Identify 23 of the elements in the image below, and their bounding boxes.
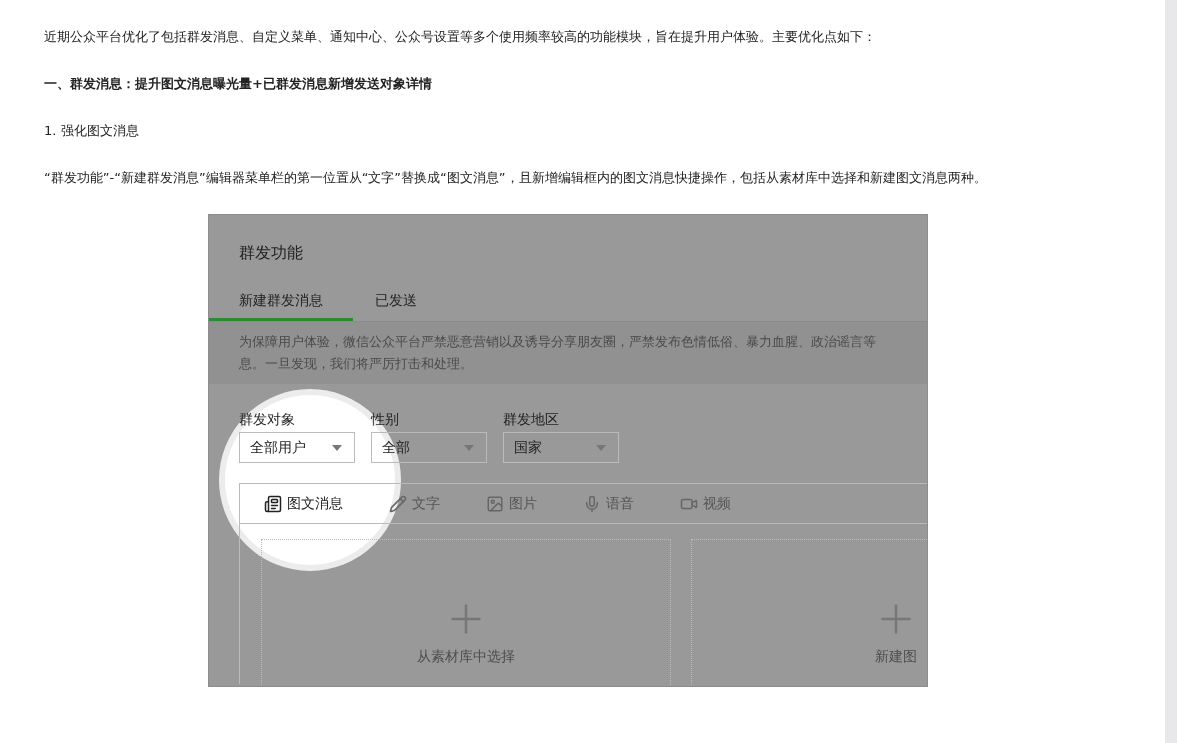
dropdown-field[interactable]: 国家 (503, 432, 619, 463)
microphone-icon (583, 494, 601, 513)
filter-label: 性别 (371, 410, 400, 428)
section-heading: 一、群发消息：提升图文消息曝光量+已群发消息新增发送对象详情 (44, 75, 433, 93)
filter-label: 群发地区 (503, 410, 560, 428)
tab[interactable]: 已发送 (353, 285, 490, 321)
intro-paragraph: 近期公众平台优化了包括群发消息、自定义菜单、通知中心、公众号设置等多个使用频率较高的功能模块，旨在提升用户体验。主要优化点如下： (44, 28, 877, 46)
add-card[interactable]: 从素材库中选择 (261, 539, 671, 686)
filter-label: 群发对象 (239, 410, 296, 428)
body-paragraph: “群发功能”-“新建群发消息”编辑器菜单栏的第一位置从“文字”替换成“图文消息”，且新增编辑框内的图文消息快捷操作，包括从素材库中选择和新建图文消息两种。 (44, 169, 988, 187)
caret-icon (464, 444, 474, 451)
dropdown-field[interactable]: 全部 (371, 432, 487, 463)
subheading: 1. 强化图文消息 (44, 122, 140, 140)
caret-icon (332, 444, 342, 451)
panel-title: 群发功能 (238, 242, 304, 264)
image-icon (486, 494, 504, 513)
newspaper-icon (264, 494, 282, 513)
add-card[interactable]: 新建图 (691, 539, 927, 686)
caret-icon (596, 444, 606, 451)
dropdown-field[interactable]: 全部用户 (239, 432, 355, 463)
pencil-icon (389, 494, 407, 513)
toolbar-button[interactable]: 图文消息 (264, 494, 343, 513)
notice-text: 为保障用户体验，微信公众平台严禁恶意营销以及诱导分享朋友圈，严禁发布色情低俗、暴力血腥、政治谣言等 (239, 333, 876, 351)
